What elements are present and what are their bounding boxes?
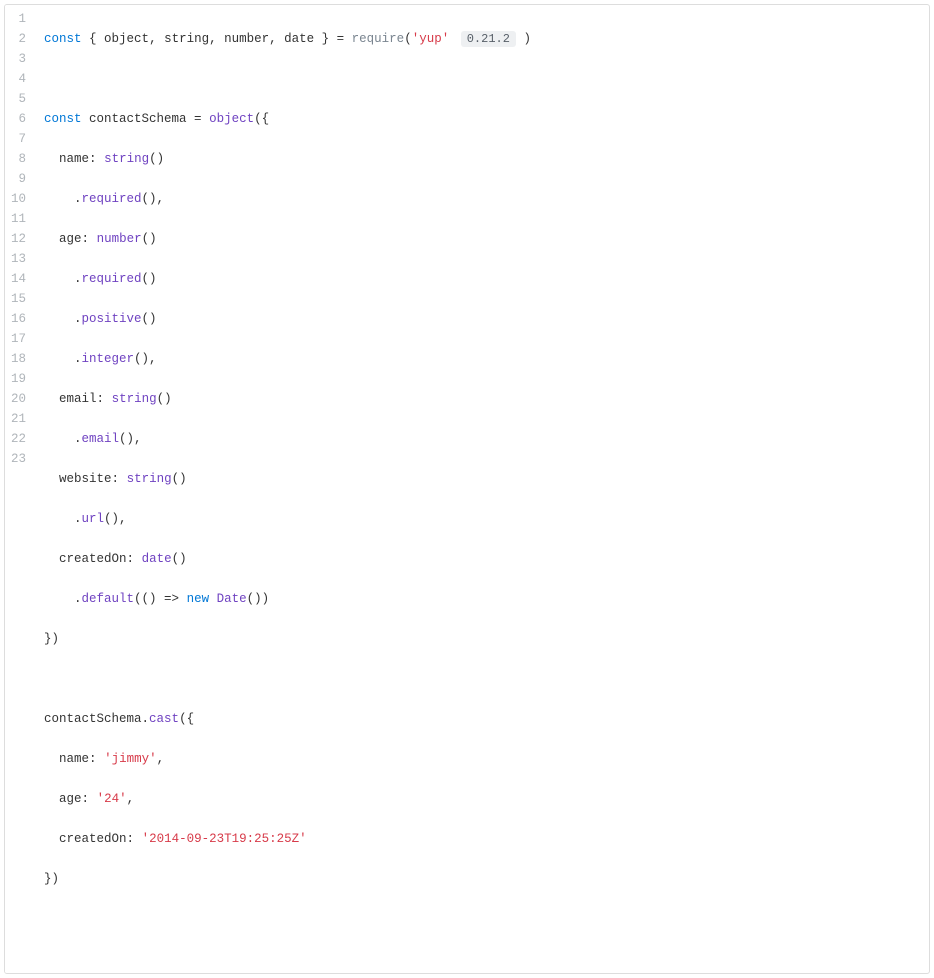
line-number: 7 [7, 129, 30, 149]
line-number: 8 [7, 149, 30, 169]
string-literal: 'yup' [412, 32, 450, 46]
line-number: 17 [7, 329, 30, 349]
code-line: contactSchema.cast({ [44, 709, 921, 729]
code-line: }) [44, 869, 921, 889]
code-line: createdOn: date() [44, 549, 921, 569]
prop-key: age [59, 232, 82, 246]
line-number: 3 [7, 49, 30, 69]
code-line: .email(), [44, 429, 921, 449]
line-number: 6 [7, 109, 30, 129]
prop-key: name [59, 152, 89, 166]
line-number: 10 [7, 189, 30, 209]
fn-call: required [82, 192, 142, 206]
line-number-gutter: 1 2 3 4 5 6 7 8 9 10 11 12 13 14 15 16 1… [5, 5, 36, 973]
ident: string [164, 32, 209, 46]
prop-key: email [59, 392, 97, 406]
fn-call: positive [82, 312, 142, 326]
code-line: createdOn: '2014-09-23T19:25:25Z' [44, 829, 921, 849]
ident: number [224, 32, 269, 46]
keyword-new: new [187, 592, 210, 606]
fn-call: Date [217, 592, 247, 606]
ident: object [104, 32, 149, 46]
line-number: 9 [7, 169, 30, 189]
code-line: website: string() [44, 469, 921, 489]
code-line: email: string() [44, 389, 921, 409]
line-number: 23 [7, 449, 30, 469]
line-number: 11 [7, 209, 30, 229]
line-number: 13 [7, 249, 30, 269]
fn-call: url [82, 512, 105, 526]
code-line: .url(), [44, 509, 921, 529]
require-call: require [352, 32, 405, 46]
line-number: 2 [7, 29, 30, 49]
code-line [44, 669, 921, 689]
code-line: .positive() [44, 309, 921, 329]
fn-call: string [127, 472, 172, 486]
code-line: .required(), [44, 189, 921, 209]
fn-call: string [112, 392, 157, 406]
prop-key: name [59, 752, 89, 766]
code-block: 1 2 3 4 5 6 7 8 9 10 11 12 13 14 15 16 1… [4, 4, 930, 974]
code-line: name: 'jimmy', [44, 749, 921, 769]
line-number: 1 [7, 9, 30, 29]
line-number: 12 [7, 229, 30, 249]
fn-call: cast [149, 712, 179, 726]
prop-key: website [59, 472, 112, 486]
version-badge[interactable]: 0.21.2 [461, 31, 516, 47]
line-number: 22 [7, 429, 30, 449]
fn-call: email [82, 432, 120, 446]
line-number: 14 [7, 269, 30, 289]
fn-call: required [82, 272, 142, 286]
fn-call: string [104, 152, 149, 166]
code-line: const contactSchema = object({ [44, 109, 921, 129]
code-content[interactable]: const { object, string, number, date } =… [36, 5, 929, 973]
fn-call: date [142, 552, 172, 566]
code-line: .integer(), [44, 349, 921, 369]
code-line: age: '24', [44, 789, 921, 809]
line-number: 16 [7, 309, 30, 329]
keyword-const: const [44, 32, 82, 46]
code-line [44, 909, 921, 929]
fn-call: default [82, 592, 135, 606]
prop-key: createdOn [59, 832, 127, 846]
line-number: 19 [7, 369, 30, 389]
string-literal: '24' [97, 792, 127, 806]
code-line: }) [44, 629, 921, 649]
line-number: 4 [7, 69, 30, 89]
keyword-const: const [44, 112, 82, 126]
fn-call: integer [82, 352, 135, 366]
string-literal: '2014-09-23T19:25:25Z' [142, 832, 307, 846]
code-line: .required() [44, 269, 921, 289]
prop-key: createdOn [59, 552, 127, 566]
code-line: const { object, string, number, date } =… [44, 29, 921, 49]
prop-key: age [59, 792, 82, 806]
code-line: name: string() [44, 149, 921, 169]
string-literal: 'jimmy' [104, 752, 157, 766]
code-line: .default(() => new Date()) [44, 589, 921, 609]
fn-call: object [209, 112, 254, 126]
line-number: 18 [7, 349, 30, 369]
line-number: 20 [7, 389, 30, 409]
ident: date [284, 32, 314, 46]
line-number: 15 [7, 289, 30, 309]
code-line: age: number() [44, 229, 921, 249]
fn-call: number [97, 232, 142, 246]
code-line [44, 69, 921, 89]
line-number: 5 [7, 89, 30, 109]
line-number: 21 [7, 409, 30, 429]
